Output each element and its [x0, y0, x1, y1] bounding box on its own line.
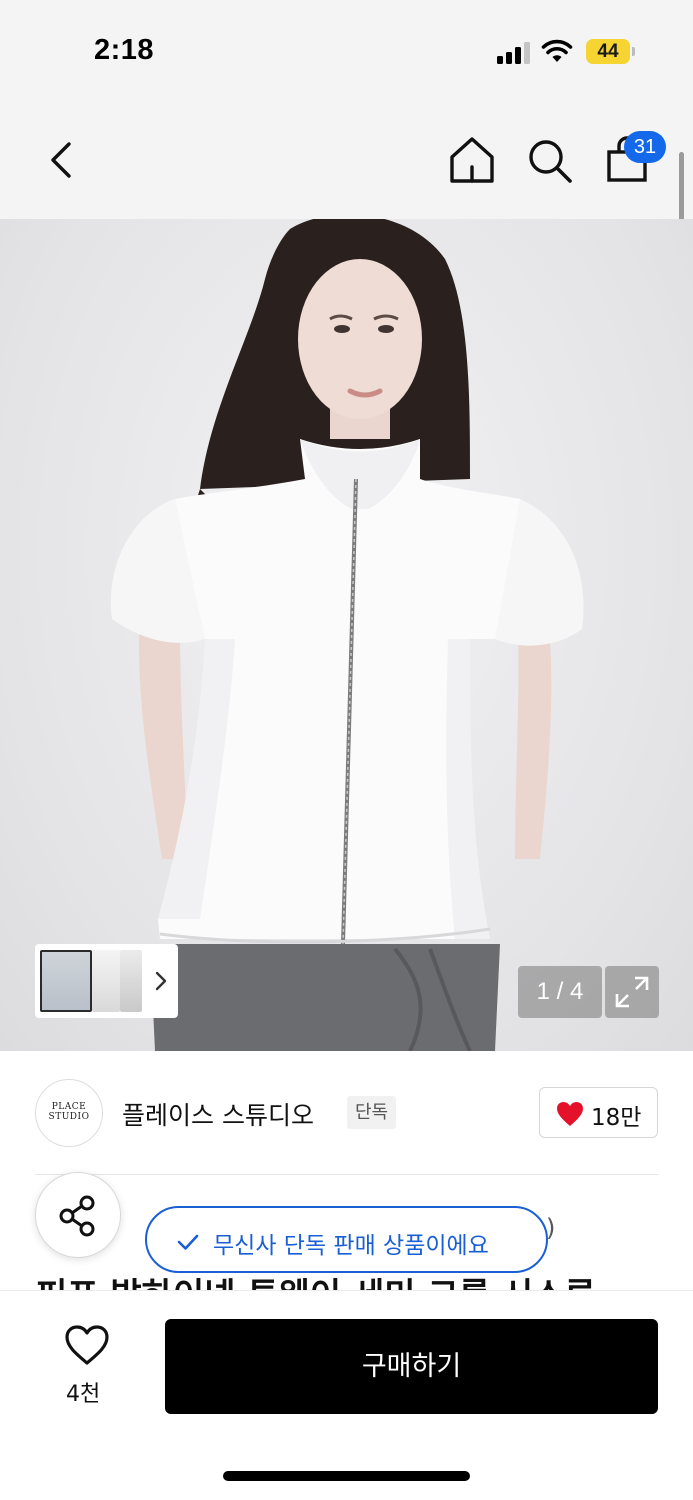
- home-icon[interactable]: [448, 135, 496, 185]
- product-photo: [110, 219, 584, 1051]
- cellular-signal-icon: [497, 40, 533, 64]
- search-icon[interactable]: [525, 136, 575, 186]
- check-icon: [177, 1234, 199, 1250]
- battery-tip: [632, 47, 635, 56]
- image-page-counter: 1 / 4: [518, 966, 602, 1018]
- wifi-icon: [541, 39, 573, 62]
- thumbnail-2[interactable]: [92, 950, 120, 1012]
- divider: [35, 1174, 658, 1175]
- thumbnail-3[interactable]: [120, 950, 142, 1012]
- heart-outline-icon: [65, 1325, 109, 1365]
- exclusive-badge: 단독: [347, 1096, 397, 1129]
- chevron-right-icon[interactable]: [150, 968, 172, 994]
- home-indicator: [223, 1471, 470, 1481]
- expand-button[interactable]: [605, 966, 659, 1018]
- brand-like-count: 18만: [591, 1105, 642, 1131]
- heart-filled-icon: [557, 1102, 583, 1126]
- wishlist-button[interactable]: 4천: [58, 1322, 118, 1407]
- product-image[interactable]: [0, 219, 693, 1051]
- status-time: 2:18: [94, 34, 155, 66]
- image-thumbnails[interactable]: [35, 944, 178, 1018]
- chevron-left-icon[interactable]: [40, 136, 84, 184]
- status-bar: 2:18 44: [0, 0, 693, 100]
- brand-logo[interactable]: PLACE STUDIO: [35, 1079, 103, 1147]
- expand-icon: [615, 976, 649, 1008]
- exclusive-toast: 무신사 단독 판매 상품이에요: [145, 1206, 548, 1273]
- battery-level: 44: [586, 39, 630, 64]
- brand-like-button[interactable]: 18만: [539, 1087, 658, 1138]
- buy-button[interactable]: 구매하기: [165, 1319, 658, 1414]
- wishlist-count: 4천: [66, 1382, 101, 1407]
- nav-bar: [0, 100, 693, 219]
- share-button[interactable]: [35, 1172, 121, 1258]
- share-icon: [59, 1195, 95, 1237]
- cart-count-badge: 31: [624, 131, 666, 163]
- thumbnail-1[interactable]: [40, 950, 92, 1012]
- brand-name[interactable]: 플레이스 스튜디오: [122, 1096, 314, 1132]
- toast-text: 무신사 단독 판매 상품이에요: [213, 1233, 489, 1259]
